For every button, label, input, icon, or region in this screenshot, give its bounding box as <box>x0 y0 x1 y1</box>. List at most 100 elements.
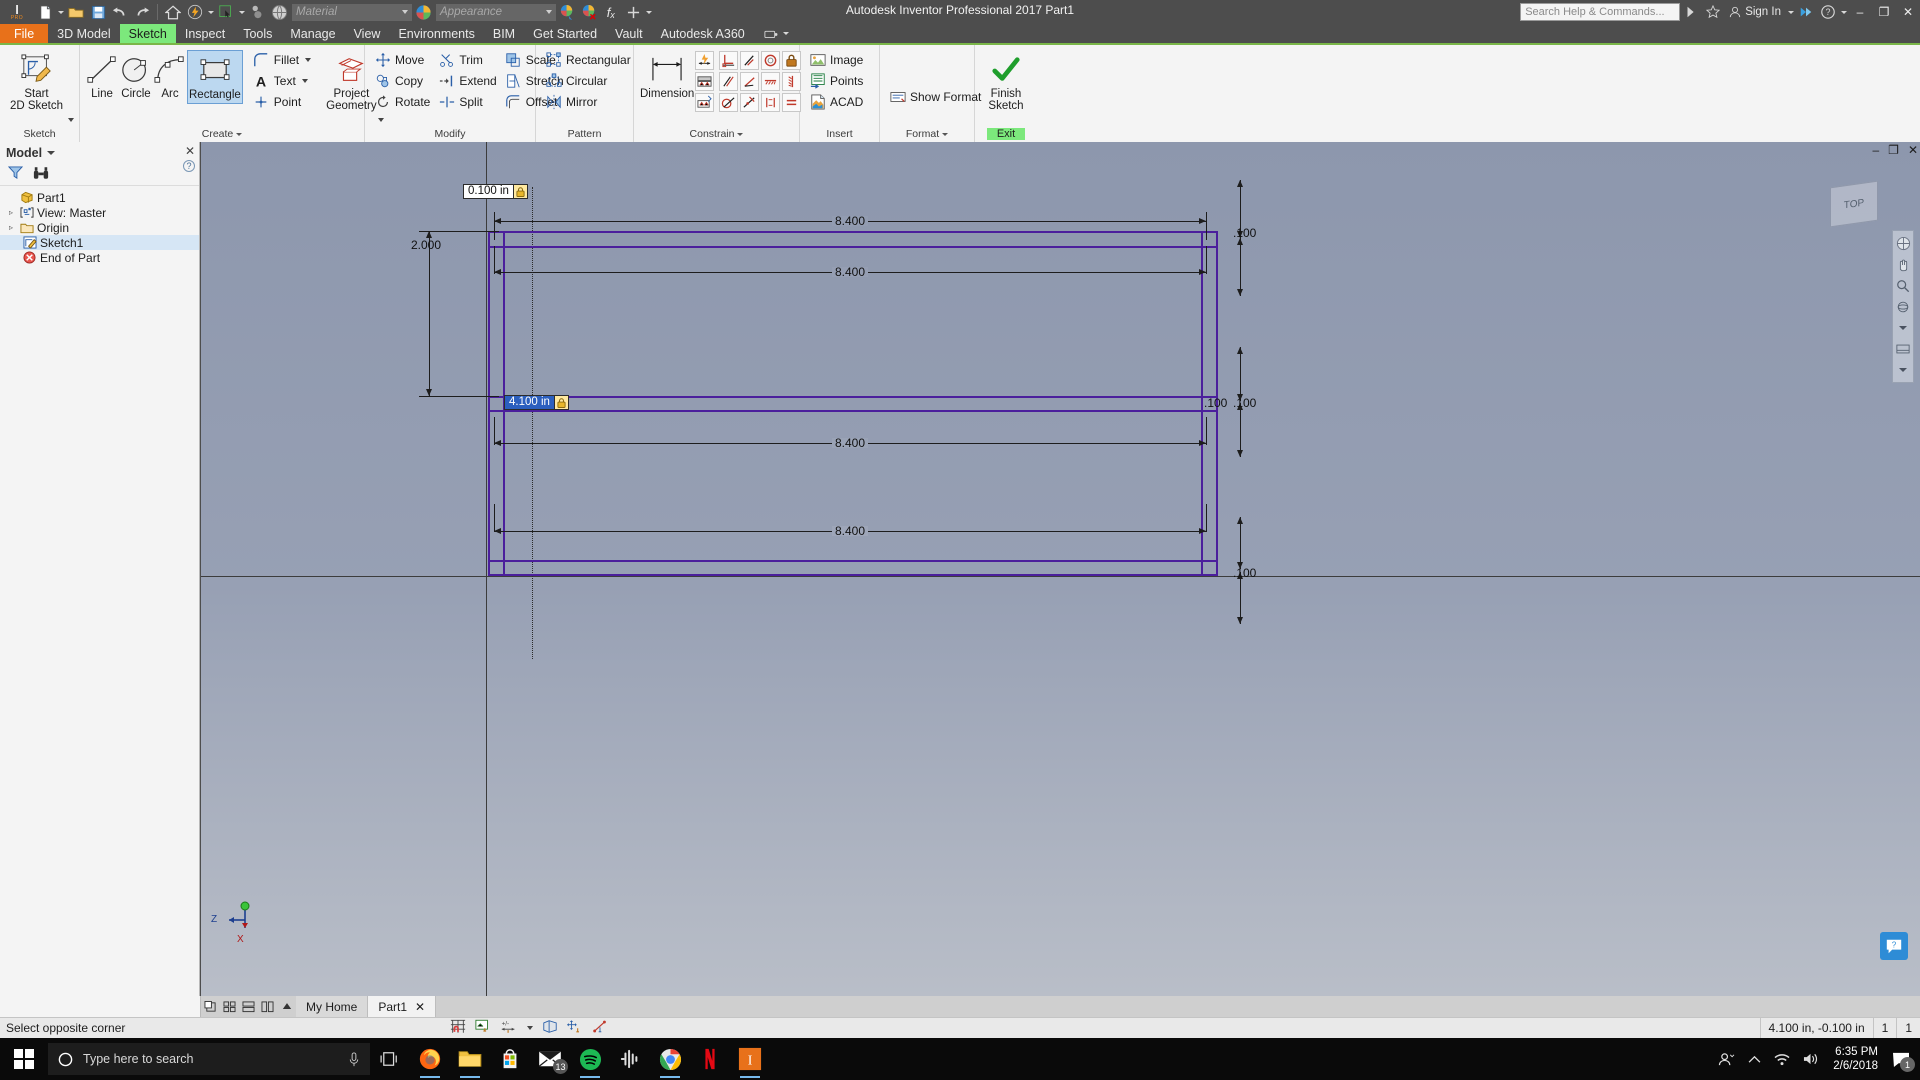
dimension-display-icon[interactable]: +/- <box>500 1019 518 1037</box>
panel-title-format[interactable]: Format <box>880 126 974 142</box>
arc-button[interactable]: Arc <box>153 50 187 102</box>
dynamic-input-dimension-icon[interactable] <box>592 1019 608 1037</box>
sketch-edge-top-outer[interactable] <box>488 231 1218 233</box>
add-icon[interactable] <box>622 1 644 23</box>
tangent-constraint-icon[interactable] <box>761 51 781 70</box>
sketch-edge-mid-upper[interactable] <box>488 396 1218 398</box>
help-search-input[interactable]: Search Help & Commands... <box>1520 3 1681 21</box>
dimension-100-bottom-upper[interactable] <box>1237 517 1243 569</box>
tab-bim[interactable]: BIM <box>484 24 524 43</box>
show-hidden-icons-icon[interactable] <box>1741 1038 1767 1080</box>
parameters-icon[interactable]: fₓ <box>600 1 622 23</box>
taskbar-search-input[interactable]: Type here to search <box>48 1043 370 1075</box>
sketch-edge-left-outer[interactable] <box>488 231 490 576</box>
dimension-8400-lower[interactable]: 8.400 <box>494 437 1206 449</box>
start-sketch-dropdown-icon[interactable] <box>68 118 74 122</box>
volume-icon[interactable] <box>1797 1038 1823 1080</box>
select-dropdown-icon[interactable] <box>237 1 246 23</box>
text-button[interactable]: A Text <box>249 71 315 91</box>
material-combo[interactable]: Material <box>292 3 412 21</box>
fix-constraint-icon[interactable] <box>782 51 802 70</box>
material-dropdown-icon[interactable] <box>402 9 408 14</box>
symmetric-constraint-icon[interactable] <box>761 93 781 112</box>
new-file-icon[interactable] <box>34 1 56 23</box>
view-layout-horizontal-icon[interactable] <box>239 996 258 1017</box>
panel-title-create[interactable]: Create <box>80 126 364 142</box>
tab-get-started[interactable]: Get Started <box>524 24 606 43</box>
globe-icon[interactable] <box>268 1 290 23</box>
dimension-8400-bottom[interactable]: 8.400 <box>494 525 1206 537</box>
filter-icon[interactable] <box>7 166 24 183</box>
active-dimension-input[interactable]: 4.100 in <box>504 395 569 410</box>
angle-constraint-icon[interactable] <box>740 72 760 91</box>
undo-icon[interactable] <box>109 1 131 23</box>
clear-appearance-icon[interactable] <box>578 1 600 23</box>
horizontal-constraint-icon[interactable] <box>761 72 781 91</box>
extend-button[interactable]: Extend <box>434 71 500 91</box>
doc-tab-close-icon[interactable]: ✕ <box>415 1000 425 1014</box>
browser-header[interactable]: Model ✕ ? <box>0 142 199 172</box>
dimension-100-mid-upper[interactable] <box>1237 347 1243 401</box>
dimension-8400-top[interactable]: 8.400 <box>494 215 1206 227</box>
taskbar-mail-icon[interactable]: 13 <box>530 1038 570 1080</box>
tree-node-end-of-part[interactable]: End of Part <box>0 250 199 265</box>
tree-node-origin[interactable]: ▹ Origin <box>0 220 199 235</box>
view-layout-grid-icon[interactable] <box>220 996 239 1017</box>
appearance-picker-icon[interactable] <box>556 1 578 23</box>
taskbar-inventor-icon[interactable]: I <box>730 1038 770 1080</box>
snap-to-grid-icon[interactable] <box>450 1019 466 1037</box>
text-dropdown-icon[interactable] <box>301 79 308 83</box>
fillet-dropdown-icon[interactable] <box>305 58 312 62</box>
look-at-icon[interactable] <box>1893 338 1913 359</box>
nav-expand-icon[interactable] <box>1893 317 1913 338</box>
dimension-display-dropdown-icon[interactable] <box>527 1026 533 1030</box>
maximize-button[interactable]: ❐ <box>1872 0 1896 24</box>
nav-settings-caret-icon[interactable] <box>1893 359 1913 380</box>
help-icon[interactable]: ? <box>1817 1 1839 23</box>
finish-sketch-button[interactable]: Finish Sketch <box>980 50 1032 114</box>
doc-tab-part1[interactable]: Part1 ✕ <box>368 996 437 1017</box>
twisty-view-master[interactable]: ▹ <box>6 208 16 217</box>
ribbon-display-options[interactable] <box>764 24 789 43</box>
points-button[interactable]: Points <box>805 71 867 91</box>
line-button[interactable]: Line <box>85 50 119 102</box>
dimension-100-mid-lower[interactable] <box>1237 403 1243 457</box>
fillet-button[interactable]: Fillet <box>249 50 315 70</box>
update-dropdown-icon[interactable] <box>206 1 215 23</box>
constraint-display-icon[interactable] <box>475 1019 491 1037</box>
view-cube[interactable]: TOP <box>1830 180 1878 228</box>
twisty-origin[interactable]: ▹ <box>6 223 16 232</box>
taskbar-netflix-icon[interactable] <box>690 1038 730 1080</box>
parallel-lines-constraint-icon[interactable] <box>719 72 739 91</box>
taskbar-chrome-icon[interactable] <box>650 1038 690 1080</box>
trim-button[interactable]: Trim <box>434 50 500 70</box>
minimize-button[interactable]: – <box>1848 0 1872 24</box>
favorites-star-icon[interactable] <box>1702 1 1724 23</box>
canvas-minimize-icon[interactable]: – <box>1872 143 1879 157</box>
dimension-button[interactable]: Dimension <box>639 50 695 102</box>
split-button[interactable]: Split <box>434 92 500 112</box>
auto-dimension-icon[interactable] <box>695 51 715 70</box>
zoom-icon[interactable] <box>1893 275 1913 296</box>
action-center-icon[interactable]: 1 <box>1888 1038 1915 1080</box>
wifi-icon[interactable] <box>1769 1038 1795 1080</box>
canvas-close-icon[interactable]: ✕ <box>1908 143 1918 157</box>
tab-tools[interactable]: Tools <box>234 24 281 43</box>
help-bubble-icon[interactable]: ? <box>1880 932 1908 960</box>
rectangular-pattern-button[interactable]: Rectangular <box>541 50 635 70</box>
perpendicular-constraint-icon[interactable] <box>719 51 739 70</box>
tab-autodesk-a360[interactable]: Autodesk A360 <box>652 24 754 43</box>
copy-button[interactable]: Copy <box>370 71 434 91</box>
taskbar-firefox-icon[interactable] <box>410 1038 450 1080</box>
sketch-edge-bottom-inner[interactable] <box>488 560 1218 562</box>
people-icon[interactable] <box>1713 1038 1739 1080</box>
material-palette-icon[interactable] <box>412 1 434 23</box>
tab-inspect[interactable]: Inspect <box>176 24 234 43</box>
redo-icon[interactable] <box>131 1 153 23</box>
vertical-constraint-icon[interactable] <box>782 72 802 91</box>
smooth-constraint-icon[interactable] <box>740 93 760 112</box>
circular-pattern-button[interactable]: Circular <box>541 71 635 91</box>
doctabs-scroll-up-icon[interactable] <box>277 996 296 1017</box>
mirror-button[interactable]: Mirror <box>541 92 635 112</box>
tab-environments[interactable]: Environments <box>389 24 483 43</box>
